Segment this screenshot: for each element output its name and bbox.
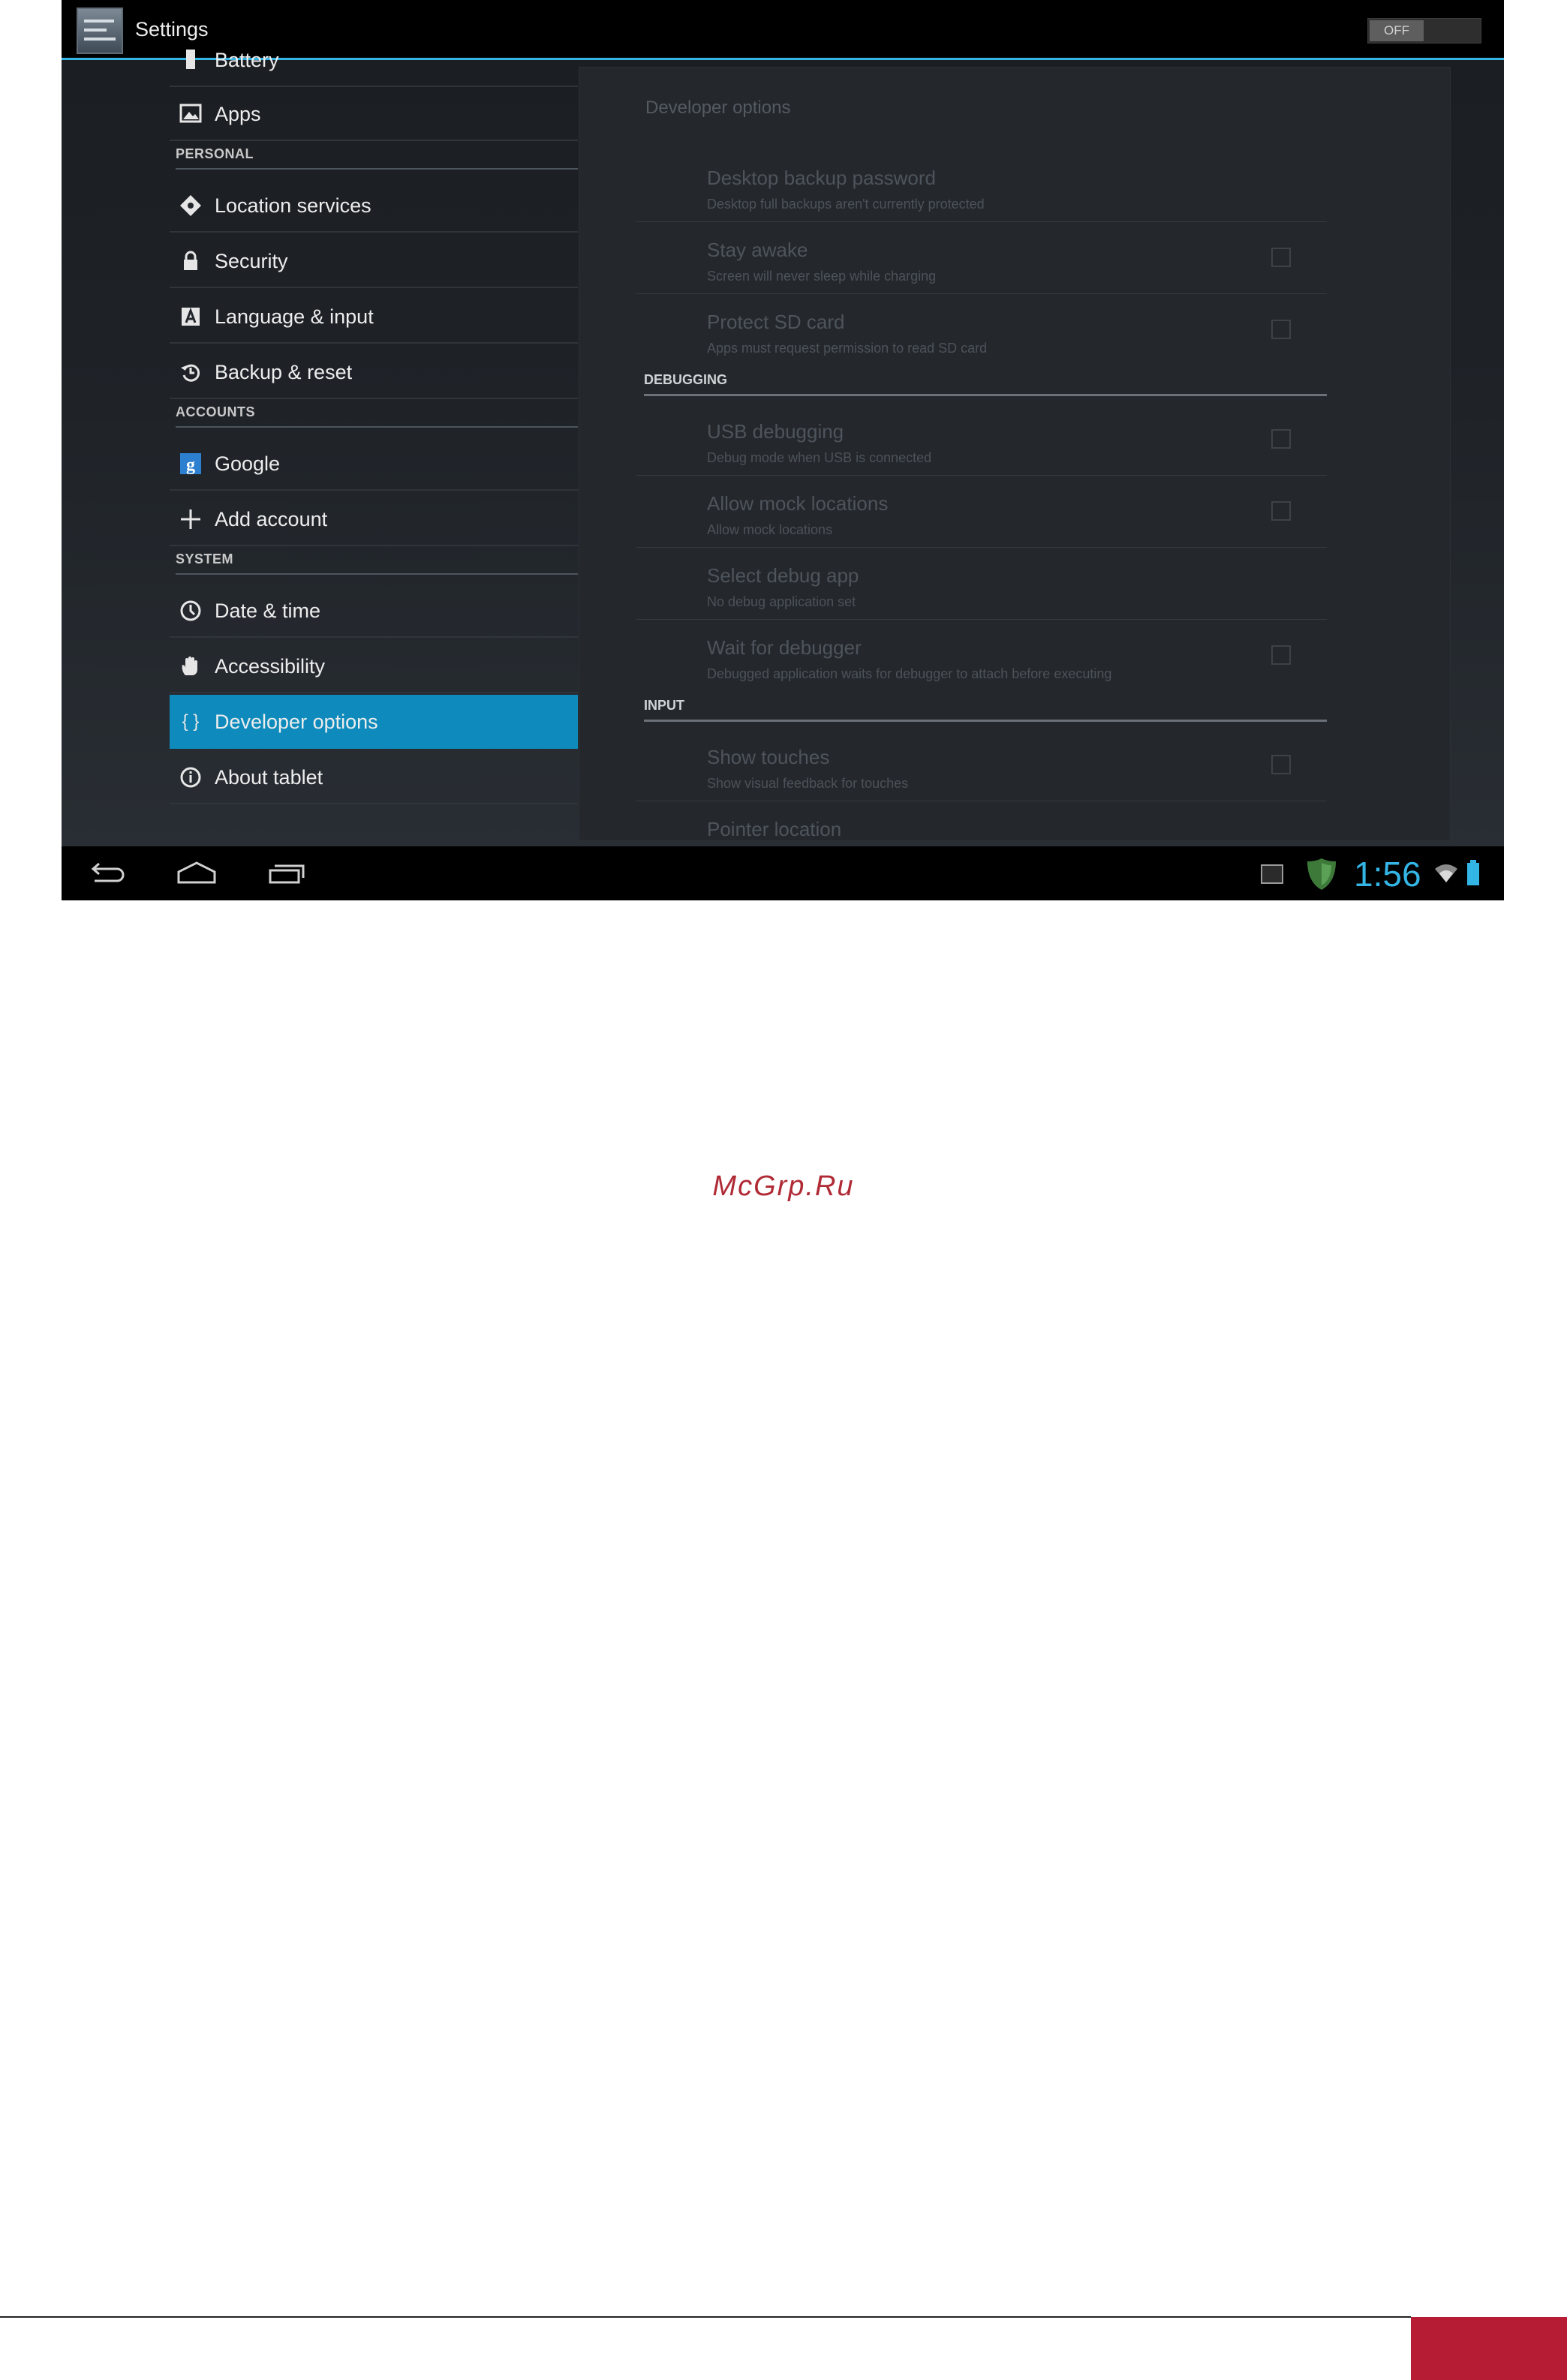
battery-icon — [1466, 860, 1480, 885]
section-header-debugging: DEBUGGING — [644, 369, 1327, 396]
sidebar-item-label: Developer options — [215, 711, 378, 733]
pane-title: Developer options — [645, 98, 791, 118]
navigation-bar: 1:56 — [62, 846, 1504, 900]
sidebar-item-label: Security — [215, 250, 288, 272]
sidebar-item-label: Battery — [215, 49, 279, 71]
pref-summary: Screen will never sleep while charging — [707, 269, 937, 284]
sidebar-item-security[interactable]: Security — [170, 234, 578, 288]
developer-options-pane: Developer options Desktop backup passwor… — [579, 68, 1450, 840]
protect-sd-card-checkbox[interactable] — [1271, 320, 1291, 339]
screenshot-notification-icon[interactable] — [1261, 864, 1283, 884]
pref-summary: No debug application set — [707, 594, 856, 609]
sidebar-item-date-time[interactable]: Date & time — [170, 584, 578, 638]
sidebar-item-google[interactable]: g Google — [170, 437, 578, 491]
pref-select-debug-app[interactable]: Select debug app No debug application se… — [636, 548, 1327, 620]
backup-icon — [179, 360, 203, 384]
sidebar-item-add-account[interactable]: Add account — [170, 492, 578, 546]
pref-title: Select debug app — [707, 564, 859, 587]
settings-sidebar: Battery Apps PERSONAL Location services … — [170, 49, 578, 846]
sidebar-item-label: Google — [215, 452, 281, 475]
pref-title: USB debugging — [707, 420, 844, 443]
sidebar-item-label: Accessibility — [215, 655, 326, 678]
svg-text:g: g — [186, 455, 195, 475]
pref-summary: Show visual feedback for touches — [707, 776, 909, 791]
lock-icon — [179, 249, 203, 273]
clock-icon — [179, 599, 203, 623]
pref-desktop-backup-password[interactable]: Desktop backup password Desktop full bac… — [636, 150, 1327, 222]
status-clock: 1:56 — [1354, 855, 1421, 894]
pref-show-touches[interactable]: Show touches Show visual feedback for to… — [636, 729, 1327, 801]
recent-apps-icon — [269, 864, 305, 884]
sidebar-item-label: Date & time — [215, 600, 321, 622]
pref-title: Desktop backup password — [707, 167, 936, 189]
sidebar-item-about-tablet[interactable]: About tablet — [170, 750, 578, 804]
section-header-accounts: ACCOUNTS — [176, 401, 578, 428]
master-switch[interactable]: OFF — [1367, 18, 1481, 44]
sidebar-item-location[interactable]: Location services — [170, 179, 578, 233]
pref-stay-awake[interactable]: Stay awake Screen will never sleep while… — [636, 222, 1327, 294]
sidebar-item-label: Add account — [215, 508, 328, 530]
stay-awake-checkbox[interactable] — [1271, 248, 1291, 267]
sidebar-item-language[interactable]: Language & input — [170, 290, 578, 344]
pref-summary: Desktop full backups aren't currently pr… — [707, 197, 985, 212]
pref-title: Allow mock locations — [707, 492, 889, 515]
back-button[interactable] — [84, 855, 129, 891]
battery-icon — [179, 48, 203, 72]
section-header-system: SYSTEM — [176, 548, 578, 575]
pref-wait-for-debugger[interactable]: Wait for debugger Debugged application w… — [636, 620, 1327, 692]
pref-title: Pointer location — [707, 818, 842, 840]
pref-title: Protect SD card — [707, 311, 845, 333]
home-button[interactable] — [174, 855, 219, 891]
sidebar-item-label: Apps — [215, 103, 261, 125]
usb-debugging-checkbox[interactable] — [1271, 429, 1291, 449]
pref-protect-sd-card[interactable]: Protect SD card Apps must request permis… — [636, 294, 1327, 366]
apps-icon — [179, 102, 203, 126]
shield-icon[interactable] — [1303, 855, 1340, 893]
pref-title: Wait for debugger — [707, 636, 862, 659]
show-touches-checkbox[interactable] — [1271, 755, 1291, 774]
sidebar-item-developer-options[interactable]: { } Developer options — [170, 695, 578, 749]
pref-summary: Debugged application waits for debugger … — [707, 666, 1112, 681]
footer-brand-block — [1411, 2317, 1567, 2380]
pref-summary: Allow mock locations — [707, 522, 833, 537]
sidebar-item-apps[interactable]: Apps — [170, 87, 578, 141]
pref-title: Show touches — [707, 746, 830, 768]
sidebar-item-accessibility[interactable]: Accessibility — [170, 639, 578, 693]
home-icon — [177, 861, 216, 884]
plus-icon — [179, 507, 203, 531]
google-icon: g — [179, 452, 203, 476]
section-header-input: INPUT — [644, 695, 1327, 722]
pref-allow-mock-locations[interactable]: Allow mock locations Allow mock location… — [636, 476, 1327, 548]
master-switch-label: OFF — [1370, 20, 1424, 41]
tablet-screen: Settings OFF Battery Apps PERSONAL Locat… — [62, 0, 1504, 900]
pref-summary: Debug mode when USB is connected — [707, 450, 932, 465]
braces-icon: { } — [182, 711, 200, 732]
section-header-personal: PERSONAL — [176, 143, 578, 170]
location-icon — [179, 194, 203, 218]
sidebar-item-label: About tablet — [215, 766, 323, 789]
settings-icon[interactable] — [77, 8, 123, 54]
sidebar-item-battery[interactable]: Battery — [170, 33, 578, 87]
wait-for-debugger-checkbox[interactable] — [1271, 645, 1291, 665]
back-icon — [91, 862, 125, 882]
pref-title: Stay awake — [707, 239, 808, 261]
hand-icon — [179, 654, 203, 678]
sidebar-item-label: Language & input — [215, 305, 374, 328]
recent-apps-button[interactable] — [264, 855, 309, 891]
footer-divider — [0, 2316, 1411, 2318]
language-icon — [179, 305, 203, 329]
sidebar-item-label: Location services — [215, 194, 371, 217]
sidebar-item-backup[interactable]: Backup & reset — [170, 345, 578, 399]
pref-usb-debugging[interactable]: USB debugging Debug mode when USB is con… — [636, 404, 1327, 476]
info-icon — [179, 765, 203, 789]
watermark-text: McGrp.Ru — [712, 1170, 855, 1202]
allow-mock-locations-checkbox[interactable] — [1271, 501, 1291, 521]
pref-summary: Apps must request permission to read SD … — [707, 341, 988, 356]
wifi-icon — [1433, 863, 1459, 884]
sidebar-item-label: Backup & reset — [215, 361, 353, 383]
